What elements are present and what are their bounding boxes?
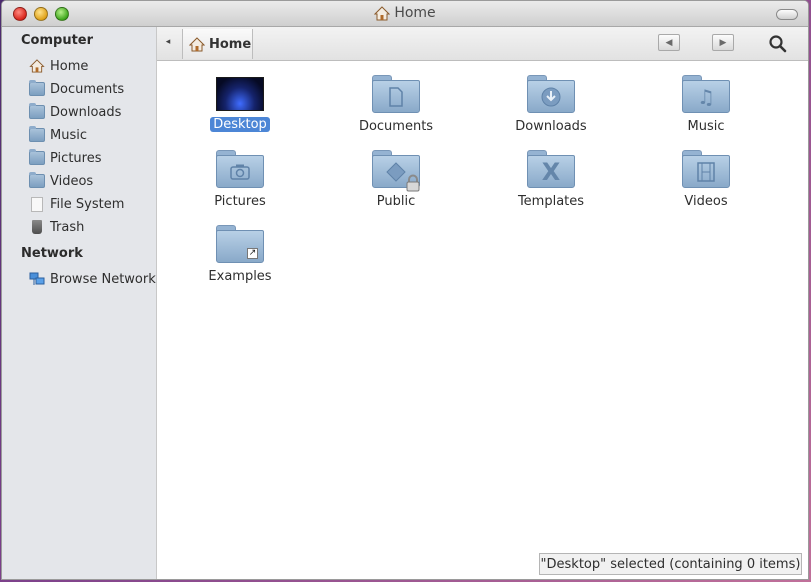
film-emblem-icon [697,161,715,182]
file-item-music[interactable]: ♫ Music [636,69,776,134]
folder-videos-icon [682,150,730,188]
path-scroll-left-button[interactable]: ◂ [163,37,173,47]
network-icon [29,272,45,285]
sidebar-item-documents[interactable]: Documents [29,79,124,99]
file-item-label: Downloads [515,119,587,134]
status-text: "Desktop" selected (containing 0 items) [540,556,801,572]
sidebar: Computer Home Documents Downloads Music … [2,27,157,579]
file-item-label: Videos [684,194,728,209]
file-item-label: Desktop [210,117,270,132]
folder-icon [29,149,45,165]
search-button[interactable] [767,33,789,55]
title-bar[interactable]: Home [2,1,808,27]
file-item-label: Public [376,194,416,209]
folder-examples-icon: ↗ [216,225,264,263]
sidebar-heading-network: Network [21,246,83,261]
sidebar-item-label: Trash [50,219,85,235]
trash-icon [32,220,42,234]
file-icon [31,196,43,212]
status-bar: "Desktop" selected (containing 0 items) [539,553,802,575]
sidebar-item-label: Documents [50,81,125,97]
file-item-examples[interactable]: ↗ Examples [170,219,310,284]
sidebar-item-label: Music [50,127,87,143]
file-item-desktop[interactable]: Desktop [170,69,310,132]
sidebar-item-label: Home [50,58,89,74]
folder-templates-icon: X [527,150,575,188]
sidebar-heading-computer: Computer [21,33,94,48]
folder-icon [29,80,45,96]
window-title: Home [2,5,808,25]
file-item-label: Pictures [214,194,266,209]
sidebar-item-label: Videos [50,173,94,189]
sidebar-item-label: File System [50,196,125,212]
file-item-downloads[interactable]: Downloads [481,69,621,134]
window-title-text: Home [394,5,436,21]
file-view[interactable]: Desktop Documents Downloads ♫ Music Pict… [157,61,808,557]
toolbar-toggle-button[interactable] [776,9,798,20]
search-icon [769,35,787,53]
file-item-pictures[interactable]: Pictures [170,144,310,209]
sidebar-item-trash[interactable]: Trash [29,217,84,237]
folder-icon [29,172,45,188]
sidebar-item-videos[interactable]: Videos [29,171,93,191]
sidebar-item-pictures[interactable]: Pictures [29,148,101,168]
sidebar-item-label: Downloads [50,104,122,120]
home-icon [374,5,391,20]
file-item-label: Templates [517,194,585,209]
folder-icon [29,126,45,142]
file-manager-window: Home Computer Home Documents Downloads M… [1,0,809,580]
file-item-label: Examples [208,269,272,284]
back-button[interactable]: ◀ [658,34,680,51]
forward-button[interactable]: ▶ [712,34,734,51]
file-item-label: Documents [358,119,434,134]
music-note-emblem-icon: ♫ [697,84,715,109]
sidebar-item-downloads[interactable]: Downloads [29,102,121,122]
folder-documents-icon [372,75,420,113]
folder-downloads-icon [527,75,575,113]
folder-public-icon [372,150,420,192]
path-bar-home-button[interactable]: Home [182,29,253,59]
sidebar-item-label: Pictures [50,150,102,166]
file-item-public[interactable]: Public [326,144,466,209]
camera-emblem-icon [230,164,250,180]
toolbar: ◂ Home ◀ ▶ [157,27,808,61]
document-emblem-icon [389,86,403,107]
home-icon [29,59,45,73]
arrow-right-icon: ▶ [719,37,727,48]
sidebar-item-browse-network[interactable]: Browse Network [29,269,156,289]
sidebar-item-home[interactable]: Home [29,56,88,76]
sidebar-item-label: Browse Network [50,271,156,287]
shortcut-arrow-emblem-icon: ↗ [247,248,258,259]
arrow-left-icon: ◀ [665,37,673,48]
desktop-thumbnail-icon [216,77,264,111]
home-icon [189,36,205,51]
download-emblem-icon [541,87,561,106]
lock-emblem-icon [406,174,420,192]
file-item-templates[interactable]: X Templates [481,144,621,209]
file-item-label: Music [687,119,725,134]
folder-pictures-icon [216,150,264,188]
sidebar-item-file-system[interactable]: File System [29,194,124,214]
file-item-documents[interactable]: Documents [326,69,466,134]
folder-music-icon: ♫ [682,75,730,113]
sidebar-item-music[interactable]: Music [29,125,87,145]
folder-icon [29,103,45,119]
file-item-videos[interactable]: Videos [636,144,776,209]
x-emblem-icon: X [541,157,561,186]
path-bar-label: Home [209,36,252,52]
